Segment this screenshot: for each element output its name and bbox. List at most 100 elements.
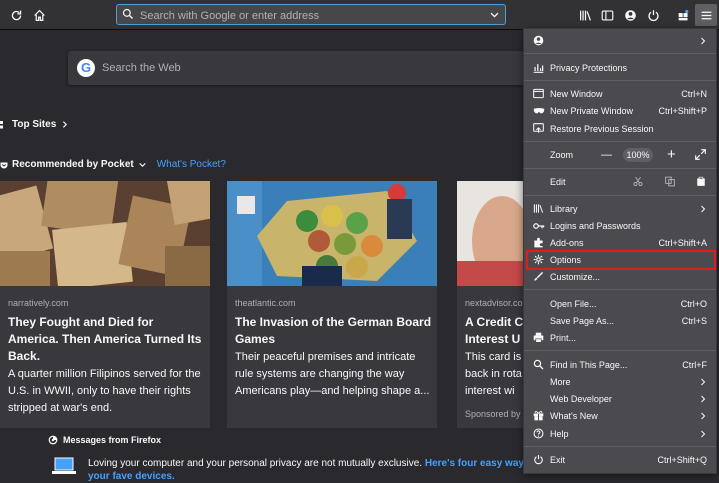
card-image-board-game xyxy=(227,181,437,286)
url-input[interactable] xyxy=(138,6,482,25)
restore-icon xyxy=(532,122,545,135)
chevron-right-icon xyxy=(701,412,706,419)
chevron-down-icon[interactable] xyxy=(489,9,500,20)
menu-options[interactable]: Options xyxy=(524,251,716,268)
menu-logins[interactable]: Logins and Passwords xyxy=(524,217,716,234)
chevron-right-icon xyxy=(701,37,706,44)
separator xyxy=(524,446,716,447)
card-description: Their peaceful premises and intricate ru… xyxy=(235,351,430,397)
messages-header: Messages from Firefox xyxy=(48,435,161,445)
library-button[interactable] xyxy=(574,4,596,26)
menu-library[interactable]: Library xyxy=(524,200,716,217)
search-placeholder: Search the Web xyxy=(102,62,181,74)
extensions-button[interactable] xyxy=(672,4,694,26)
puzzle-icon xyxy=(532,236,545,249)
mask-icon xyxy=(532,104,545,117)
window-icon xyxy=(532,87,545,100)
account-button[interactable] xyxy=(619,4,641,26)
reload-button[interactable] xyxy=(5,4,27,26)
zoom-out-button[interactable]: — xyxy=(601,149,612,161)
web-search-box[interactable]: G Search the Web xyxy=(68,51,538,85)
menu-new-window[interactable]: New Window Ctrl+N xyxy=(524,85,716,102)
menu-zoom-row: Zoom — 100% + xyxy=(524,146,716,163)
google-logo-icon: G xyxy=(77,59,95,77)
zoom-in-button[interactable]: + xyxy=(667,146,676,163)
menu-edit-row: Edit xyxy=(524,173,716,190)
menu-customize[interactable]: Customize... xyxy=(524,268,716,285)
messages-title: Messages from Firefox xyxy=(63,435,162,445)
sidebar-button[interactable] xyxy=(596,4,618,26)
menu-find[interactable]: Find in This Page... Ctrl+F xyxy=(524,356,716,373)
separator xyxy=(524,289,716,290)
chevron-right-icon xyxy=(701,378,706,385)
menu-help[interactable]: Help xyxy=(524,425,716,442)
zoom-reset-button[interactable]: 100% xyxy=(623,148,653,162)
pocket-icon xyxy=(0,162,8,168)
library-icon xyxy=(532,202,545,215)
menu-open-file[interactable]: Open File... Ctrl+O xyxy=(524,295,716,312)
key-icon xyxy=(532,219,545,232)
paste-icon[interactable] xyxy=(696,176,706,187)
grid-icon xyxy=(0,120,3,128)
separator xyxy=(524,80,716,81)
separator xyxy=(524,350,716,351)
menu-new-private-window[interactable]: New Private Window Ctrl+Shift+P xyxy=(524,102,716,119)
sponsored-label: Sponsored by xyxy=(465,409,521,419)
chevron-right-icon xyxy=(701,205,706,212)
menu-privacy-protections[interactable]: Privacy Protections xyxy=(524,59,716,76)
pocket-card[interactable]: narratively.com They Fought and Died for… xyxy=(0,181,210,428)
whats-pocket-link[interactable]: What's Pocket? xyxy=(157,159,226,170)
card-description: A quarter million Filipinos served for t… xyxy=(8,368,201,414)
separator xyxy=(524,141,716,142)
app-menu-button[interactable] xyxy=(695,4,717,26)
chevron-down-icon xyxy=(139,162,146,167)
cut-icon[interactable] xyxy=(633,176,643,187)
print-icon xyxy=(532,331,545,344)
chevron-right-icon xyxy=(701,430,706,437)
url-bar[interactable] xyxy=(116,4,506,25)
card-source: theatlantic.com xyxy=(235,298,296,308)
hamburger-icon xyxy=(701,11,711,19)
puzzle-icon xyxy=(678,9,688,20)
card-image-photos xyxy=(0,181,210,286)
power-icon xyxy=(532,453,545,466)
card-title: A Credit C Interest U xyxy=(465,315,524,346)
app-menu: Privacy Protections New Window Ctrl+N Ne… xyxy=(523,28,717,474)
sidebar-icon xyxy=(601,9,613,21)
power-button[interactable] xyxy=(642,4,664,26)
top-sites-header[interactable]: Top Sites xyxy=(0,119,69,130)
menu-more[interactable]: More xyxy=(524,373,716,390)
search-icon xyxy=(532,358,545,371)
menu-save-page[interactable]: Save Page As... Ctrl+S xyxy=(524,312,716,329)
separator xyxy=(524,195,716,196)
power-icon xyxy=(647,9,659,21)
firefox-icon xyxy=(48,435,58,445)
home-icon xyxy=(33,9,45,21)
menu-account[interactable] xyxy=(524,32,716,49)
card-title: The Invasion of the German Board Games xyxy=(235,315,432,346)
menu-restore-session[interactable]: Restore Previous Session xyxy=(524,120,716,137)
pocket-card[interactable]: theatlantic.com The Invasion of the Germ… xyxy=(227,181,437,428)
card-description: This card is back in rota interest wi xyxy=(465,351,522,397)
card-source: nextadvisor.co xyxy=(465,298,523,308)
card-title: They Fought and Died for America. Then A… xyxy=(8,315,202,363)
gear-icon xyxy=(532,253,545,266)
separator xyxy=(524,53,716,54)
brush-icon xyxy=(532,270,545,283)
chevron-right-icon xyxy=(63,121,68,128)
messages-body: Loving your computer and your personal p… xyxy=(88,457,528,483)
menu-whats-new[interactable]: What's New xyxy=(524,407,716,424)
reload-icon xyxy=(11,10,21,20)
menu-addons[interactable]: Add-ons Ctrl+Shift+A xyxy=(524,234,716,251)
account-icon xyxy=(624,9,636,21)
fullscreen-icon[interactable] xyxy=(695,149,706,160)
nav-toolbar xyxy=(0,0,719,30)
copy-icon[interactable] xyxy=(665,176,675,187)
account-icon xyxy=(532,34,545,47)
gift-icon xyxy=(532,409,545,422)
pocket-header[interactable]: Recommended by Pocket What's Pocket? xyxy=(0,159,226,170)
menu-web-developer[interactable]: Web Developer xyxy=(524,390,716,407)
menu-exit[interactable]: Exit Ctrl+Shift+Q xyxy=(524,451,716,468)
menu-print[interactable]: Print... xyxy=(524,329,716,346)
home-button[interactable] xyxy=(28,4,50,26)
